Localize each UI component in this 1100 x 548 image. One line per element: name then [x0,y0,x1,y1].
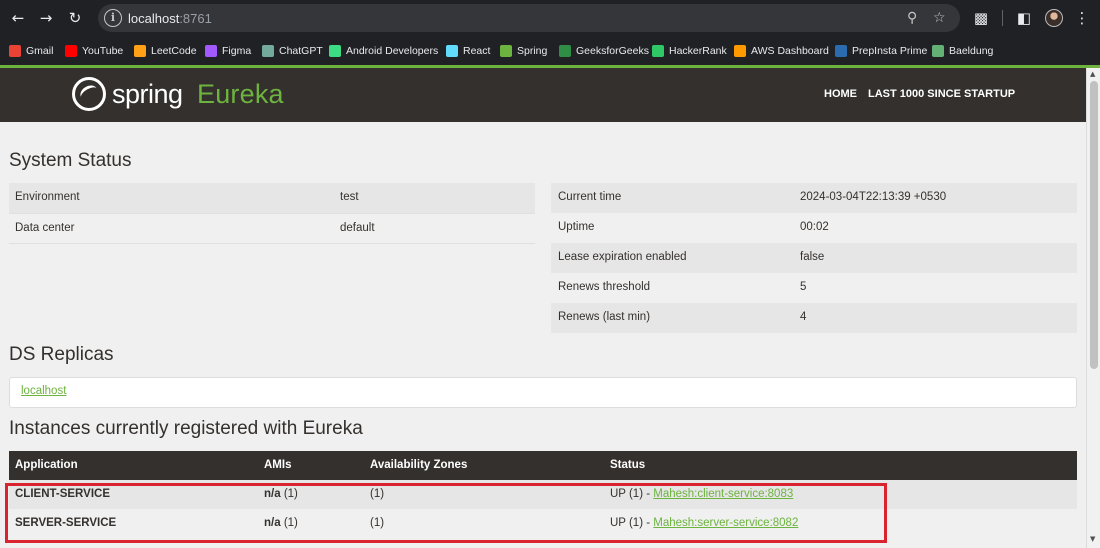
spring-icon [500,45,512,57]
url-host: localhost [128,11,180,26]
ds-replicas-list: localhost [9,377,1077,408]
bookmark-react[interactable]: React [446,42,490,60]
url-text[interactable]: localhost:8761 [128,11,212,26]
bookmarks-bar: Gmail YouTube LeetCode Figma ChatGPT And… [0,36,1100,65]
status-row-lease-expiration: Lease expiration enabled false [551,243,1077,273]
bookmark-hackerrank[interactable]: HackerRank [652,42,727,60]
status-row-renews-last-min: Renews (last min) 4 [551,303,1077,333]
side-panel-icon[interactable]: ◧ [1013,7,1035,29]
arrow-left-icon[interactable]: ← [6,6,30,30]
nav-last-1000[interactable]: LAST 1000 SINCE STARTUP [868,88,1015,100]
column-header-amis: AMIs [264,459,292,471]
address-bar[interactable]: i localhost:8761 ⚲ ☆ [98,4,960,32]
bookmark-label: React [463,45,491,57]
status-value: 4 [800,311,807,323]
zoom-icon[interactable]: ⚲ [907,8,917,28]
bookmark-spring[interactable]: Spring [500,42,547,60]
bookmark-label: LeetCode [151,45,197,57]
status-label: Lease expiration enabled [558,251,687,263]
bookmark-label: HackerRank [669,45,727,57]
instances-title: Instances currently registered with Eure… [9,418,363,439]
figma-icon [205,45,217,57]
instances-table-header: Application AMIs Availability Zones Stat… [9,451,1077,480]
table-divider [9,243,535,244]
geeksforgeeks-icon [559,45,571,57]
status-label: Current time [558,191,622,203]
prepinsta-icon [835,45,847,57]
profile-avatar[interactable] [1045,9,1063,27]
status-value: false [800,251,825,263]
youtube-icon [65,45,77,57]
bookmark-label: Baeldung [949,45,994,57]
android-icon [329,45,341,57]
bookmark-label: Android Developers [346,45,439,57]
bookmark-baeldung[interactable]: Baeldung [932,42,993,60]
column-header-status: Status [610,459,646,471]
aws-icon [734,45,746,57]
bookmark-youtube[interactable]: YouTube [65,42,123,60]
bookmark-label: Spring [517,45,548,57]
status-label: Uptime [558,221,595,233]
bookmark-label: ChatGPT [279,45,323,57]
hackerrank-icon [652,45,664,57]
bookmark-chatgpt[interactable]: ChatGPT [262,42,323,60]
status-row-current-time: Current time 2024-03-04T22:13:39 +0530 [551,183,1077,213]
kebab-menu-icon[interactable]: ⋮ [1071,7,1093,29]
column-header-availability-zones: Availability Zones [370,459,468,471]
status-row-data-center: Data center default [9,213,535,243]
replica-link[interactable]: localhost [21,385,66,397]
scroll-down-icon[interactable]: ▼ [1090,535,1095,543]
ds-replicas-title: DS Replicas [9,344,114,365]
bookmark-label: PrepInsta Prime [852,45,928,57]
bookmark-prepinsta-prime[interactable]: PrepInsta Prime [835,42,927,60]
status-value: 00:02 [800,221,829,233]
info-icon[interactable]: i [104,9,122,27]
bookmark-label: YouTube [82,45,124,57]
status-label: Renews threshold [558,281,651,293]
bookmark-label: GeeksforGeeks [576,45,649,57]
status-row-uptime: Uptime 00:02 [551,213,1077,243]
bookmark-geeksforgeeks[interactable]: GeeksforGeeks [559,42,649,60]
reload-icon[interactable]: ↻ [63,6,87,30]
bookmark-label: AWS Dashboard [751,45,829,57]
logo-spring-text[interactable]: spring [112,79,183,110]
bookmark-label: Gmail [26,45,54,57]
gmail-icon [9,45,21,57]
status-label: Environment [15,191,80,203]
bookmark-android-developers[interactable]: Android Developers [329,42,438,60]
bookmark-aws-dashboard[interactable]: AWS Dashboard [734,42,829,60]
extensions-icon[interactable]: ▩ [970,7,992,29]
page-scrollbar[interactable]: ▲ ▼ [1086,68,1100,548]
status-row-renews-threshold: Renews threshold 5 [551,273,1077,303]
scroll-up-icon[interactable]: ▲ [1090,70,1095,78]
status-value: 2024-03-04T22:13:39 +0530 [800,191,947,203]
bookmark-gmail[interactable]: Gmail [9,42,53,60]
star-icon[interactable]: ☆ [933,8,946,28]
nav-home[interactable]: HOME [824,88,857,100]
status-value: default [340,222,375,234]
toolbar-divider [1002,10,1003,26]
eureka-header: spring Eureka HOME LAST 1000 SINCE START… [0,68,1086,122]
react-icon [446,45,458,57]
leetcode-icon [134,45,146,57]
highlight-box [5,483,887,543]
bookmark-leetcode[interactable]: LeetCode [134,42,197,60]
arrow-right-icon[interactable]: → [34,6,58,30]
column-header-application: Application [15,459,78,471]
status-label: Renews (last min) [558,311,651,323]
scroll-thumb[interactable] [1090,81,1098,369]
bookmark-label: Figma [222,45,252,57]
status-value: test [340,191,359,203]
baeldung-icon [932,45,944,57]
url-port: :8761 [179,11,212,26]
status-label: Data center [15,222,75,234]
logo-eureka-text[interactable]: Eureka [197,79,284,110]
bookmark-figma[interactable]: Figma [205,42,251,60]
system-status-title: System Status [9,150,132,171]
browser-toolbar: ← → ↻ i localhost:8761 ⚲ ☆ ▩ ◧ ⋮ [0,0,1100,36]
status-value: 5 [800,281,807,293]
status-row-environment: Environment test [9,183,535,213]
chatgpt-icon [262,45,274,57]
